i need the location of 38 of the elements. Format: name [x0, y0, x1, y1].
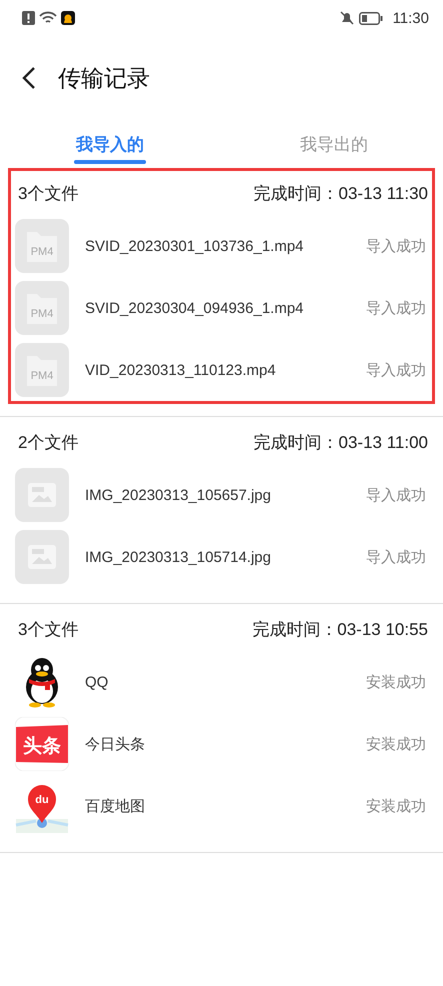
battery-icon [358, 12, 383, 24]
news-app-icon: 头条 [15, 717, 69, 771]
app-notification-icon [61, 11, 75, 25]
status-text: 安装成功 [366, 672, 426, 692]
image-file-icon [15, 530, 69, 584]
file-count: 2个文件 [18, 432, 78, 454]
file-name: IMG_20230313_105657.jpg [85, 486, 272, 504]
file-name: QQ [85, 674, 110, 690]
status-text: 安装成功 [366, 796, 426, 816]
alert-icon [22, 11, 35, 25]
file-name: 今日头条 [85, 734, 146, 754]
file-count: 3个文件 [18, 618, 78, 640]
status-text: 导入成功 [366, 360, 426, 380]
video-file-icon: PM4 [15, 281, 69, 335]
status-text: 安装成功 [366, 734, 426, 754]
wifi-icon [39, 11, 57, 25]
status-text: 导入成功 [366, 548, 426, 566]
status-text: 导入成功 [366, 298, 426, 318]
file-count: 3个文件 [18, 182, 78, 204]
tab[interactable]: 我导入的 [0, 120, 222, 168]
clock: 11:30 [392, 10, 429, 26]
video-file-icon: PM4 [15, 219, 69, 273]
video-file-icon: PM4 [15, 343, 69, 397]
tab[interactable]: 我导出的 [222, 120, 443, 168]
back-icon[interactable] [22, 66, 36, 90]
mute-icon [338, 10, 355, 26]
status-text: 导入成功 [366, 236, 426, 256]
file-name: VID_20230313_110123.mp4 [85, 362, 277, 378]
image-file-icon [15, 468, 69, 522]
file-name: SVID_20230301_103736_1.mp4 [85, 238, 305, 254]
finish-time: 完成时间：03-13 11:00 [254, 432, 428, 454]
file-name: IMG_20230313_105714.jpg [85, 548, 272, 566]
page-title: 传输记录 [58, 64, 150, 92]
file-name: 百度地图 [85, 796, 146, 816]
finish-time: 完成时间：03-13 10:55 [252, 618, 428, 640]
file-name: SVID_20230304_094936_1.mp4 [85, 300, 305, 316]
status-text: 导入成功 [366, 486, 426, 504]
finish-time: 完成时间：03-13 11:30 [254, 182, 428, 204]
